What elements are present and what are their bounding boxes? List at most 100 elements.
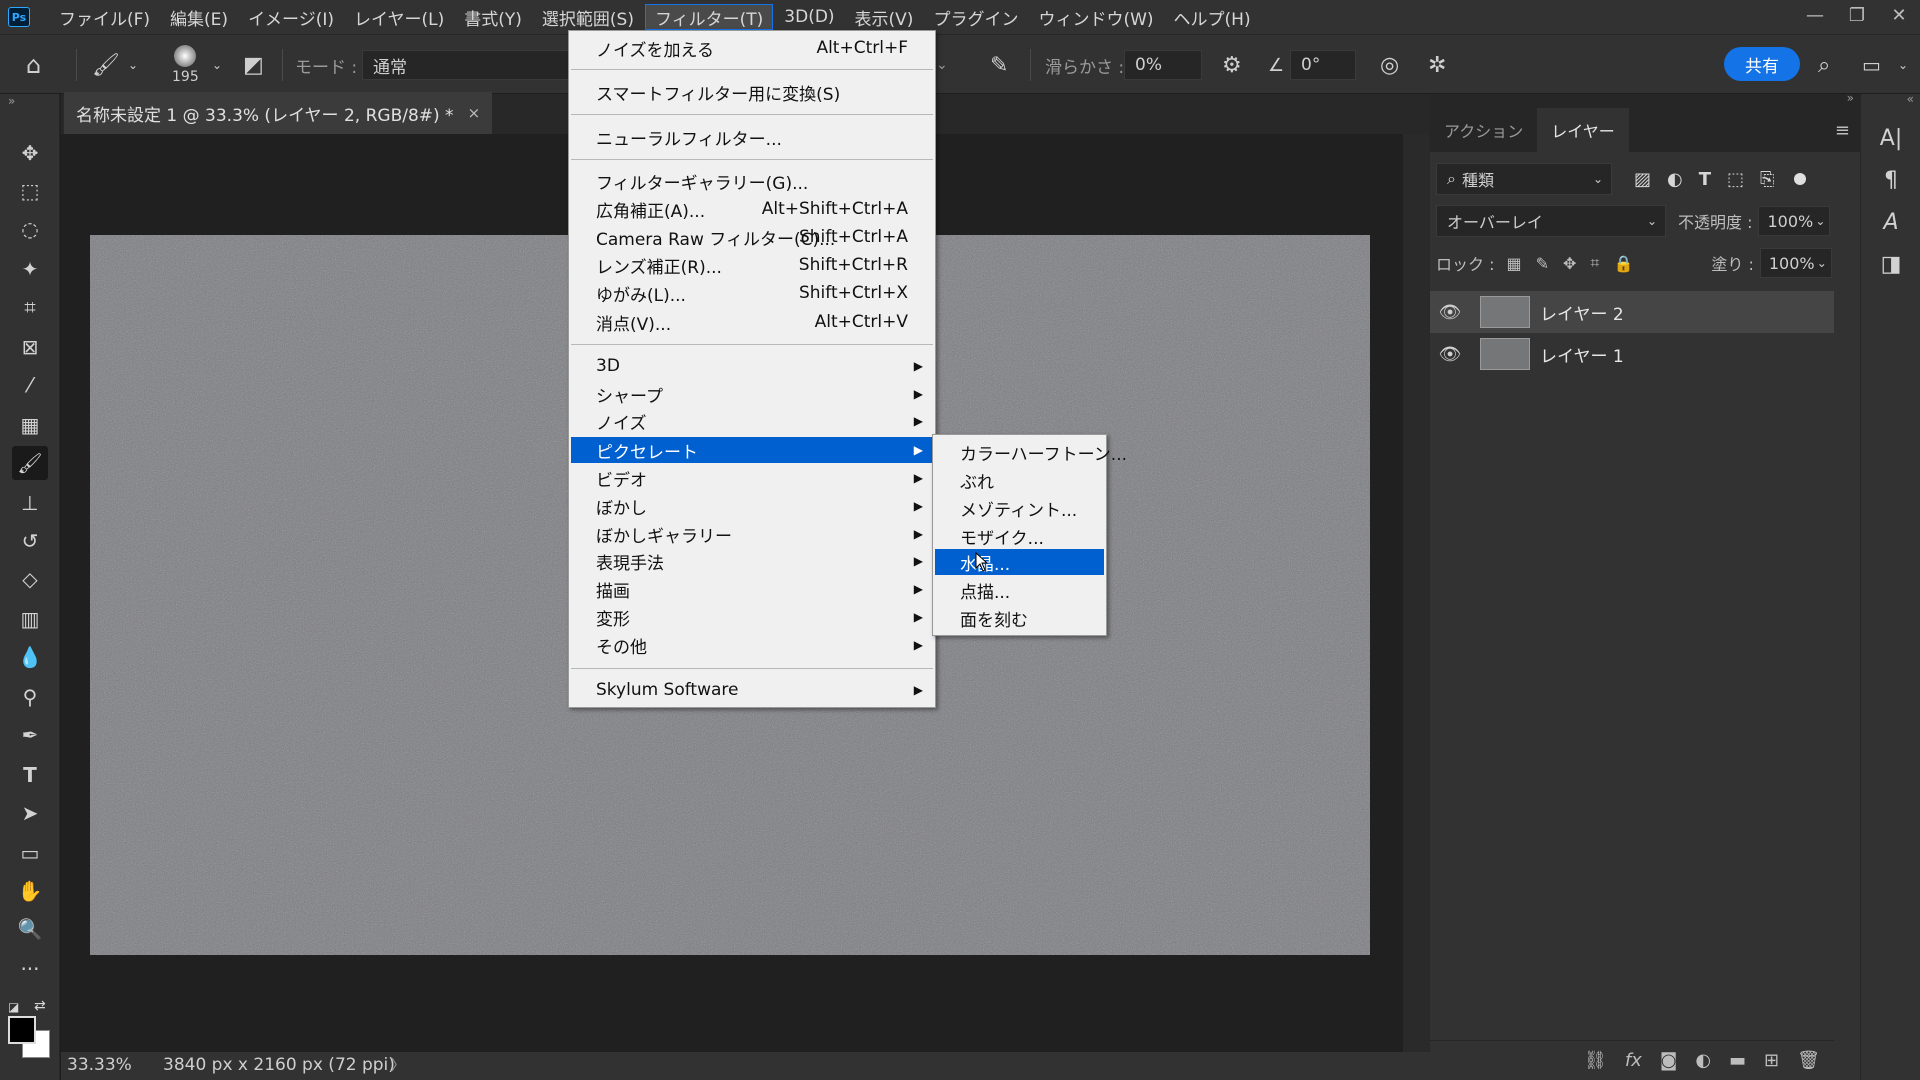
new-layer-icon[interactable]: ⊞	[1764, 1050, 1779, 1071]
minimize-icon[interactable]: —	[1794, 0, 1836, 30]
menu-item-neural-filters[interactable]: ニューラルフィルター...	[571, 124, 933, 150]
opacity-field[interactable]: 100% ⌄	[1758, 206, 1831, 236]
menu-item-pointillize[interactable]: 点描...	[935, 577, 1104, 603]
tab-actions[interactable]: アクション	[1430, 108, 1537, 152]
blur-tool-icon[interactable]: 💧	[12, 640, 48, 674]
glyphs-panel-icon[interactable]: A	[1875, 206, 1907, 238]
menu-image[interactable]: イメージ(I)	[239, 4, 343, 30]
filter-adjustment-icon[interactable]: ◐	[1667, 169, 1683, 190]
lock-transparent-icon[interactable]: ▦	[1506, 254, 1521, 273]
zoom-tool-icon[interactable]: 🔍	[12, 912, 48, 946]
vertical-scrollbar[interactable]	[1403, 134, 1429, 1052]
mode-dropdown[interactable]: 通常	[362, 35, 570, 95]
eye-icon[interactable]: 👁	[1430, 302, 1470, 323]
smoothing-dropdown[interactable]: 0%	[1124, 35, 1202, 95]
blend-mode-dropdown[interactable]: オーバーレイ ⌄	[1436, 205, 1666, 237]
brush-settings-panel-icon[interactable]: ◩	[243, 35, 264, 95]
menu-item-crystallize[interactable]: 水晶...	[935, 549, 1104, 575]
add-mask-icon[interactable]: ◙	[1660, 1050, 1677, 1071]
default-colors-icon[interactable]: ◪	[8, 1000, 19, 1014]
layer-filter-dropdown[interactable]: ⌕ 種類 ⌄	[1436, 163, 1612, 195]
collapse-arrows-icon[interactable]: »	[8, 94, 15, 108]
menu-item-distort[interactable]: 変形 ▶	[571, 604, 933, 630]
eraser-tool-icon[interactable]: ◇	[12, 562, 48, 596]
lock-paint-icon[interactable]: ✎	[1536, 254, 1549, 273]
lasso-tool-icon[interactable]: ◌	[12, 212, 48, 246]
status-menu-arrow[interactable]: 〉	[391, 1055, 405, 1075]
hand-tool-icon[interactable]: ✋	[12, 874, 48, 908]
lock-position-icon[interactable]: ✥	[1563, 254, 1576, 273]
adjustment-layer-icon[interactable]: ◐	[1695, 1050, 1711, 1071]
menu-item-fragment[interactable]: ぶれ	[935, 467, 1104, 493]
menu-type[interactable]: 書式(Y)	[455, 4, 531, 30]
collapse-panel-icon[interactable]: »	[1847, 91, 1854, 105]
menu-item-render[interactable]: 描画 ▶	[571, 576, 933, 602]
airbrush-icon[interactable]: ✎	[990, 35, 1008, 95]
symmetry-butterfly-icon[interactable]: ✲	[1428, 35, 1446, 95]
link-layers-icon[interactable]: ⛓	[1584, 1050, 1607, 1071]
brush-tool-icon[interactable]: 🖌	[12, 446, 48, 480]
gear-icon[interactable]: ⚙	[1222, 35, 1242, 95]
menu-item-lens-correction[interactable]: レンズ補正(R)... Shift+Ctrl+R	[571, 252, 933, 278]
layer-row[interactable]: 👁 レイヤー 2	[1430, 291, 1834, 333]
tab-layers[interactable]: レイヤー	[1537, 108, 1629, 152]
gradient-tool-icon[interactable]: ▥	[12, 602, 48, 636]
crop-tool-icon[interactable]: ⌗	[12, 290, 48, 324]
menu-window[interactable]: ウィンドウ(W)	[1029, 4, 1162, 30]
menu-item-color-halftone[interactable]: カラーハーフトーン...	[935, 439, 1127, 465]
paragraph-panel-icon[interactable]: ¶	[1875, 164, 1907, 196]
menu-item-mezzotint[interactable]: メゾティント...	[935, 495, 1104, 521]
brush-tool-preset-icon[interactable]: 🖌	[92, 35, 120, 95]
pressure-size-icon[interactable]: ◎	[1380, 35, 1399, 95]
character-panel-icon[interactable]: A|	[1875, 122, 1907, 154]
menu-file[interactable]: ファイル(F)	[50, 4, 159, 30]
menu-item-blur-gallery[interactable]: ぼかしギャラリー ▶	[571, 521, 933, 547]
panel-menu-icon[interactable]: ≡	[1835, 108, 1850, 152]
foreground-color-swatch[interactable]	[8, 1016, 36, 1044]
close-window-icon[interactable]: ✕	[1878, 0, 1920, 30]
menu-filter[interactable]: フィルター(T)	[644, 4, 774, 30]
lock-artboard-icon[interactable]: ⌗	[1590, 253, 1599, 273]
close-tab-icon[interactable]: ×	[468, 104, 481, 122]
menu-item-filter-gallery[interactable]: フィルターギャラリー(G)...	[571, 168, 933, 194]
path-selection-tool-icon[interactable]: ➤	[12, 796, 48, 830]
home-icon[interactable]: ⌂	[26, 35, 41, 95]
filter-type-icon[interactable]: T	[1699, 169, 1711, 190]
chevron-down-icon[interactable]: ⌄	[128, 35, 138, 95]
menu-item-liquify[interactable]: ゆがみ(L)... Shift+Ctrl+X	[571, 280, 933, 306]
more-tools-icon[interactable]: ···	[12, 952, 48, 986]
menu-item-mosaic[interactable]: モザイク...	[935, 523, 1104, 549]
menu-item-noise[interactable]: ノイズ ▶	[571, 408, 933, 434]
workspace-chevron-icon[interactable]: ⌄	[1898, 35, 1908, 95]
menu-plugins[interactable]: プラグイン	[924, 4, 1027, 30]
quick-selection-tool-icon[interactable]: ✦	[12, 252, 48, 286]
filter-shape-icon[interactable]: ⬚	[1727, 169, 1744, 190]
search-icon[interactable]: ⌕	[1818, 35, 1830, 95]
menu-select[interactable]: 選択範囲(S)	[533, 4, 643, 30]
dropdown-chevron-icon[interactable]: ⌄	[936, 35, 948, 95]
angle-field[interactable]: 0°	[1290, 35, 1356, 95]
menu-item-facet[interactable]: 面を刻む	[935, 605, 1104, 631]
expand-panels-icon[interactable]: «	[1907, 92, 1914, 106]
fx-icon[interactable]: fx	[1625, 1050, 1642, 1071]
menu-item-stylize[interactable]: 表現手法 ▶	[571, 548, 933, 574]
move-tool-icon[interactable]: ✥	[12, 136, 48, 170]
rectangle-tool-icon[interactable]: ▭	[12, 836, 48, 870]
lock-all-icon[interactable]: 🔒	[1613, 254, 1633, 273]
frame-tool-icon[interactable]: ⊠	[12, 330, 48, 364]
menu-item-camera-raw[interactable]: Camera Raw フィルター(C)... Shift+Ctrl+A	[571, 224, 933, 250]
fill-field[interactable]: 100% ⌄	[1759, 248, 1832, 278]
menu-item-other[interactable]: その他 ▶	[571, 632, 933, 658]
filter-smart-object-icon[interactable]: ⎘	[1760, 169, 1774, 190]
menu-item-video[interactable]: ビデオ ▶	[571, 465, 933, 491]
properties-panel-icon[interactable]: ◨	[1875, 248, 1907, 280]
menu-item-vanishing-point[interactable]: 消点(V)... Alt+Ctrl+V	[571, 309, 933, 335]
filter-image-icon[interactable]: ▨	[1634, 169, 1651, 190]
dodge-tool-icon[interactable]: ⚲	[12, 680, 48, 714]
menu-view[interactable]: 表示(V)	[846, 4, 923, 30]
eye-icon[interactable]: 👁	[1430, 344, 1470, 365]
menu-edit[interactable]: 編集(E)	[161, 4, 237, 30]
menu-item-sharpen[interactable]: シャープ ▶	[571, 381, 933, 407]
share-button[interactable]: 共有	[1724, 47, 1800, 81]
menu-3d[interactable]: 3D(D)	[775, 4, 843, 30]
